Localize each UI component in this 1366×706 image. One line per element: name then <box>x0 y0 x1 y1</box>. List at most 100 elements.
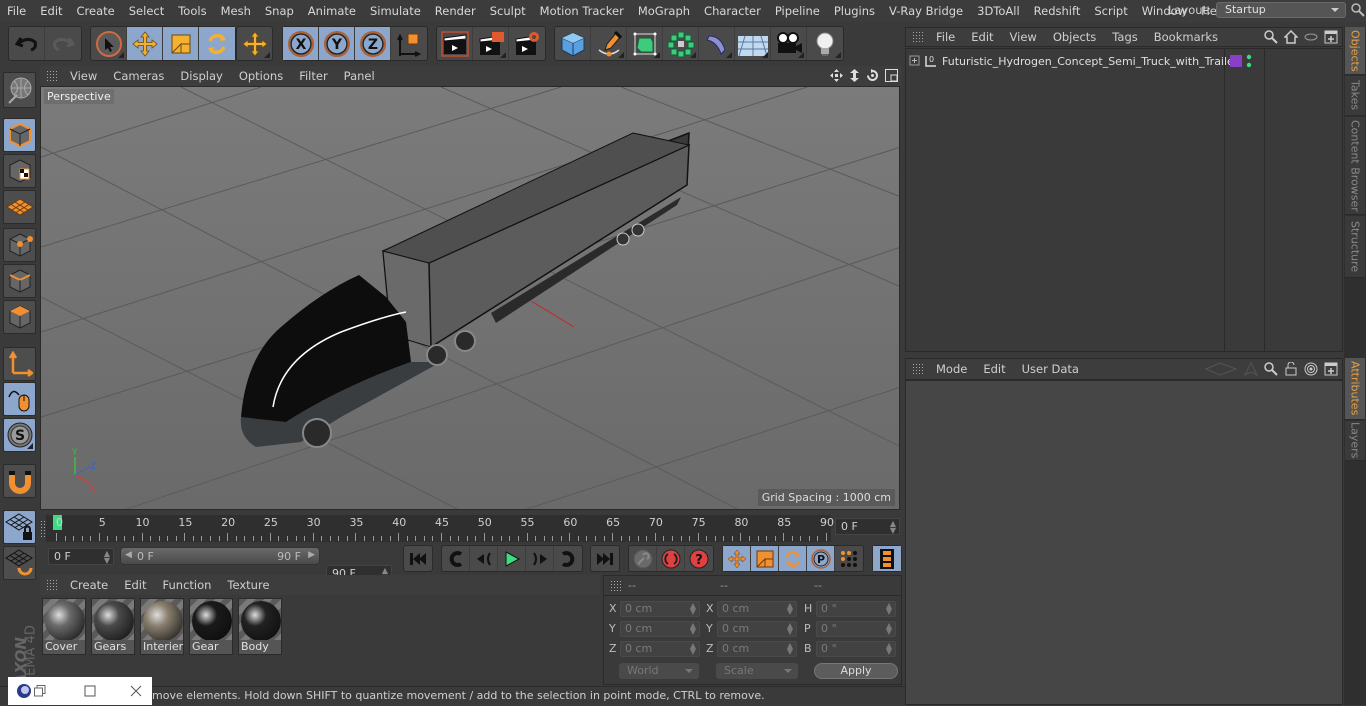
y-axis-lock-button[interactable]: Y <box>319 27 355 60</box>
object-name[interactable]: Futuristic_Hydrogen_Concept_Semi_Truck_w… <box>942 55 1238 68</box>
restore-icon[interactable] <box>34 685 46 697</box>
workplane-lock-button[interactable] <box>3 510 36 544</box>
edges-mode-button[interactable] <box>3 264 36 298</box>
menu-redshift[interactable]: Redshift <box>1027 4 1088 18</box>
close-icon[interactable] <box>130 685 142 697</box>
view-toggle-icon[interactable] <box>1304 32 1318 42</box>
workplane-align-button[interactable] <box>3 546 36 580</box>
viewport-menu-panel[interactable]: Panel <box>336 69 383 83</box>
menu-create[interactable]: Create <box>70 4 122 18</box>
attribute-menu-edit[interactable]: Edit <box>975 362 1013 376</box>
search-icon[interactable] <box>1264 362 1278 376</box>
menu-sculpt[interactable]: Sculpt <box>483 4 533 18</box>
menu-simulate[interactable]: Simulate <box>363 4 428 18</box>
render-settings-button[interactable] <box>509 27 545 60</box>
render-picture-viewer-button[interactable] <box>473 27 509 60</box>
back-forward-icon[interactable] <box>1204 362 1238 376</box>
home-icon[interactable] <box>1284 30 1298 44</box>
up-arrow-icon[interactable] <box>1244 362 1258 376</box>
coordinate-size-dropdown[interactable]: Scale <box>716 663 798 679</box>
keyframe-help-button[interactable]: ? <box>685 546 713 571</box>
object-menu-file[interactable]: File <box>928 30 963 44</box>
current-frame-field[interactable]: 0 F ▲ ▼ <box>835 518 900 535</box>
autokey-button[interactable] <box>657 546 685 571</box>
size-z-field[interactable]: 0 cm ▲ ▼ <box>717 641 797 657</box>
viewport-menu-cameras[interactable]: Cameras <box>105 69 172 83</box>
attribute-menu-mode[interactable]: Mode <box>928 362 975 376</box>
semi-truck-model[interactable] <box>240 131 691 448</box>
pen-spline-button[interactable] <box>591 27 627 60</box>
next-key-button[interactable] <box>554 546 582 571</box>
pos-x-field[interactable]: 0 cm ▲ ▼ <box>620 601 700 617</box>
apply-button[interactable]: Apply <box>814 663 898 679</box>
next-frame-button[interactable] <box>526 546 554 571</box>
material-menu-edit[interactable]: Edit <box>116 578 154 592</box>
last-tool-button[interactable] <box>237 27 272 60</box>
subdivision-surface-button[interactable] <box>627 27 663 60</box>
maximize-view-icon[interactable] <box>885 69 898 82</box>
material-swatch[interactable]: Interier <box>140 598 184 655</box>
keyframe-selection-button[interactable] <box>629 546 657 571</box>
timeline-ruler[interactable]: 0 5 10 15 20 25 30 35 40 45 50 55 60 65 70 75 80 85 90 <box>46 515 834 542</box>
menu-animate[interactable]: Animate <box>301 4 363 18</box>
orbit-icon[interactable] <box>866 69 879 82</box>
viewport-menu-filter[interactable]: Filter <box>291 69 335 83</box>
object-menu-tags[interactable]: Tags <box>1104 30 1145 44</box>
material-swatch[interactable]: Gears <box>91 598 135 655</box>
rot-b-field[interactable]: 0 ° ▲ ▼ <box>816 641 896 657</box>
viewport-menu-view[interactable]: View <box>62 69 105 83</box>
rot-p-field[interactable]: 0 ° ▲ ▼ <box>816 621 896 637</box>
layer-color-tag[interactable] <box>1230 55 1242 67</box>
polygons-mode-button[interactable] <box>3 300 36 334</box>
menu-pipeline[interactable]: Pipeline <box>768 4 827 18</box>
model-mode-button[interactable] <box>3 118 36 152</box>
menu-select[interactable]: Select <box>122 4 171 18</box>
x-axis-lock-button[interactable]: X <box>283 27 319 60</box>
menu-render[interactable]: Render <box>428 4 483 18</box>
search-icon[interactable] <box>1351 3 1365 17</box>
bend-deformer-button[interactable] <box>699 27 735 60</box>
dolly-icon[interactable] <box>849 69 860 82</box>
previous-frame-button[interactable] <box>470 546 498 571</box>
attribute-menu-user-data[interactable]: User Data <box>1014 362 1087 376</box>
search-icon[interactable] <box>1264 30 1278 44</box>
menu-file[interactable]: File <box>0 4 33 18</box>
menu-script[interactable]: Script <box>1087 4 1134 18</box>
layout-dropdown[interactable]: Startup <box>1215 2 1346 18</box>
material-menu-create[interactable]: Create <box>62 578 116 592</box>
timeline-window-button[interactable] <box>873 546 901 571</box>
menu-plugins[interactable]: Plugins <box>827 4 882 18</box>
texture-mode-button[interactable] <box>3 154 36 188</box>
range-start-arrow-icon[interactable]: ◀ <box>125 550 132 560</box>
range-end-arrow-icon[interactable]: ▶ <box>308 550 315 560</box>
z-axis-lock-button[interactable]: Z <box>355 27 391 60</box>
lock-icon[interactable] <box>1284 362 1298 376</box>
coordinate-system-button[interactable] <box>391 27 427 60</box>
menu-vray-bridge[interactable]: V-Ray Bridge <box>882 4 970 18</box>
maximize-icon[interactable] <box>84 685 96 697</box>
key-scale-button[interactable] <box>751 546 779 571</box>
tab-content-browser[interactable]: Content Browser <box>1345 117 1365 215</box>
pos-z-field[interactable]: 0 cm ▲ ▼ <box>620 641 700 657</box>
object-row[interactable]: 0 Futuristic_Hydrogen_Concept_Semi_Truck… <box>906 51 1342 71</box>
material-swatch[interactable]: Cover <box>42 598 86 655</box>
material-menu-function[interactable]: Function <box>155 578 220 592</box>
render-view-button[interactable] <box>437 27 473 60</box>
cloner-button[interactable] <box>663 27 699 60</box>
menu-snap[interactable]: Snap <box>258 4 301 18</box>
move-tool-button[interactable] <box>127 27 163 60</box>
panel-grip-icon[interactable] <box>46 579 58 591</box>
floor-button[interactable] <box>735 27 771 60</box>
key-rotation-button[interactable] <box>779 546 807 571</box>
new-panel-icon[interactable] <box>1324 30 1338 44</box>
object-menu-edit[interactable]: Edit <box>963 30 1001 44</box>
menu-mograph[interactable]: MoGraph <box>631 4 697 18</box>
tab-layers[interactable]: Layers <box>1345 421 1365 461</box>
tab-attributes[interactable]: Attributes <box>1345 358 1365 420</box>
expand-icon[interactable] <box>909 55 921 67</box>
menu-mesh[interactable]: Mesh <box>214 4 258 18</box>
menu-3dtoall[interactable]: 3DToAll <box>970 4 1027 18</box>
viewport-menu-display[interactable]: Display <box>172 69 230 83</box>
new-panel-icon[interactable] <box>1324 362 1338 376</box>
go-to-start-button[interactable] <box>404 546 432 571</box>
